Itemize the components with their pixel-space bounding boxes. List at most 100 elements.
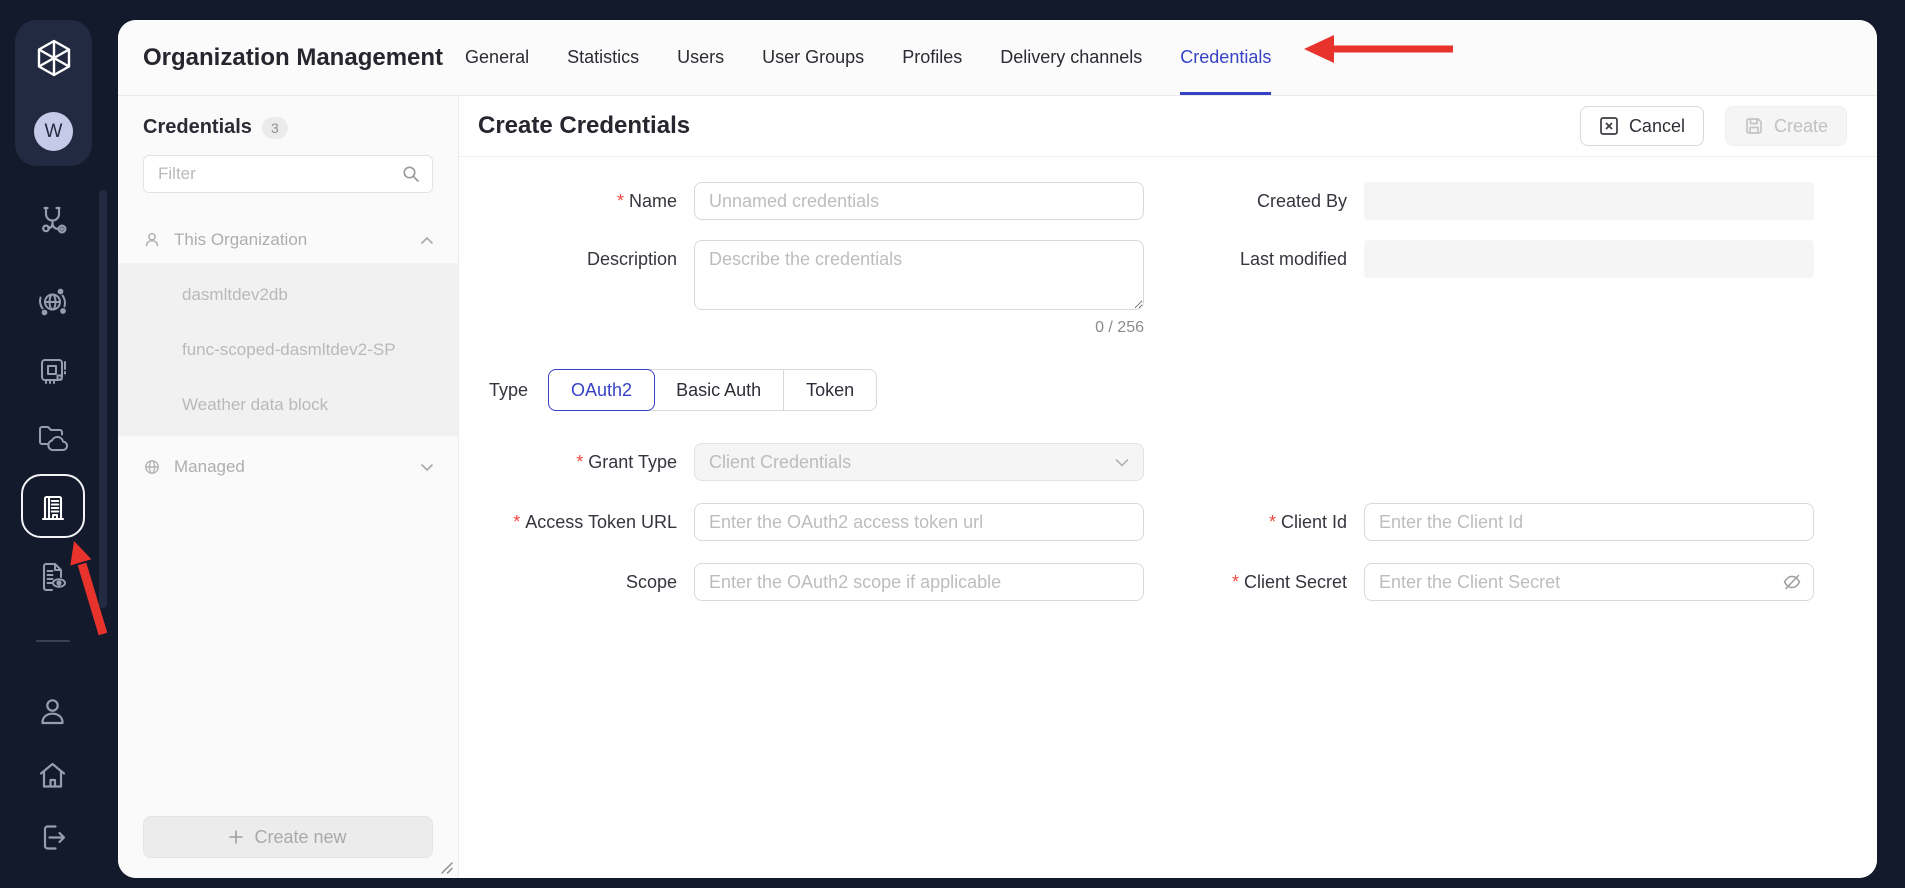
- tab-users[interactable]: Users: [677, 20, 724, 95]
- plus-icon: [229, 830, 243, 844]
- credential-item[interactable]: func-scoped-dasmltdev2-SP: [118, 322, 458, 377]
- access-token-url-input[interactable]: [694, 503, 1144, 541]
- app-window: Organization Management General Statisti…: [118, 20, 1877, 878]
- user-avatar[interactable]: W: [34, 112, 73, 151]
- scope-label: Scope: [459, 563, 694, 601]
- person-small-icon: [143, 231, 161, 249]
- create-new-button[interactable]: Create new: [143, 816, 433, 858]
- last-modified-field: [1364, 240, 1814, 278]
- credentials-count-badge: 3: [262, 117, 288, 139]
- filter-input[interactable]: [156, 163, 402, 185]
- credential-item[interactable]: dasmltdev2db: [118, 267, 458, 322]
- access-token-url-label: *Access Token URL: [459, 503, 694, 541]
- tab-statistics[interactable]: Statistics: [567, 20, 639, 95]
- required-marker: *: [1232, 572, 1239, 592]
- logout-icon[interactable]: [35, 820, 71, 856]
- eye-invisible-icon[interactable]: [1782, 572, 1802, 592]
- filter-box: [143, 155, 433, 193]
- globe-network-icon[interactable]: [35, 284, 71, 320]
- home-icon[interactable]: [35, 757, 71, 793]
- cancel-label: Cancel: [1629, 116, 1685, 137]
- globe-small-icon: [143, 458, 161, 476]
- rail-scrollbar-thumb[interactable]: [99, 190, 107, 608]
- tab-label: Statistics: [567, 47, 639, 68]
- tab-label: General: [465, 47, 529, 68]
- grant-type-select[interactable]: Client Credentials: [694, 443, 1144, 481]
- tab-bar: General Statistics Users User Groups Pro…: [465, 20, 1271, 95]
- tab-user-groups[interactable]: User Groups: [762, 20, 864, 95]
- credentials-sidebar: Credentials 3: [118, 96, 459, 878]
- grant-type-label: *Grant Type: [459, 443, 694, 481]
- type-option-basic-auth[interactable]: Basic Auth: [654, 370, 783, 410]
- tab-profiles[interactable]: Profiles: [902, 20, 962, 95]
- tab-label: Delivery channels: [1000, 47, 1142, 68]
- window-title: Organization Management: [143, 44, 443, 72]
- create-label: Create: [1774, 116, 1828, 137]
- cancel-button[interactable]: Cancel: [1580, 106, 1704, 146]
- building-icon-active[interactable]: [21, 474, 85, 538]
- grant-type-value: Client Credentials: [709, 452, 851, 473]
- name-input[interactable]: [694, 182, 1144, 220]
- description-label: Description: [459, 240, 694, 278]
- char-counter: 0 / 256: [694, 319, 1144, 337]
- tab-credentials-active[interactable]: Credentials: [1180, 20, 1271, 95]
- credential-name: Weather data block: [182, 395, 328, 415]
- top-bar: Organization Management General Statisti…: [118, 20, 1877, 96]
- description-textarea[interactable]: [694, 240, 1144, 310]
- chevron-up-icon: [421, 236, 433, 245]
- section-this-organization[interactable]: This Organization: [143, 217, 433, 263]
- create-button-disabled[interactable]: Create: [1725, 106, 1847, 146]
- credential-name: dasmltdev2db: [182, 285, 288, 305]
- credentials-list: dasmltdev2db func-scoped-dasmltdev2-SP W…: [118, 263, 458, 436]
- client-id-label: *Client Id: [1144, 503, 1364, 541]
- page-title: Create Credentials: [478, 112, 690, 140]
- sidebar-title: Credentials: [143, 116, 252, 139]
- chip-icon[interactable]: [35, 353, 71, 389]
- sidebar-resize-grip[interactable]: [440, 861, 453, 874]
- stethoscope-icon[interactable]: [35, 202, 71, 238]
- tab-general[interactable]: General: [465, 20, 529, 95]
- section-label: Managed: [174, 457, 245, 477]
- select-chevron-down-icon: [1115, 458, 1129, 467]
- section-label: This Organization: [174, 230, 307, 250]
- close-square-icon: [1599, 116, 1619, 136]
- app-rail: W: [0, 0, 118, 888]
- required-marker: *: [513, 512, 520, 532]
- client-secret-input[interactable]: [1364, 563, 1814, 601]
- type-option-token[interactable]: Token: [783, 370, 876, 410]
- tab-label: Profiles: [902, 47, 962, 68]
- required-marker: *: [1269, 512, 1276, 532]
- person-icon[interactable]: [35, 694, 71, 730]
- tab-delivery-channels[interactable]: Delivery channels: [1000, 20, 1142, 95]
- client-secret-label: *Client Secret: [1144, 563, 1364, 601]
- search-icon[interactable]: [402, 165, 420, 183]
- tab-label: Users: [677, 47, 724, 68]
- client-id-input[interactable]: [1364, 503, 1814, 541]
- type-option-oauth2-selected[interactable]: OAuth2: [548, 369, 655, 411]
- create-new-label: Create new: [254, 827, 346, 848]
- tab-label: User Groups: [762, 47, 864, 68]
- active-tab-underline: [1180, 92, 1271, 95]
- main-content: Create Credentials Cancel: [459, 96, 1877, 878]
- content-header: Create Credentials Cancel: [459, 96, 1877, 157]
- created-by-label: Created By: [1144, 182, 1364, 220]
- created-by-field: [1364, 182, 1814, 220]
- screen: W: [0, 0, 1905, 888]
- chevron-down-icon: [421, 463, 433, 472]
- last-modified-label: Last modified: [1144, 240, 1364, 278]
- app-logo-cube-icon[interactable]: [34, 38, 74, 78]
- required-marker: *: [576, 452, 583, 472]
- name-label: *Name: [459, 182, 694, 220]
- tab-label: Credentials: [1180, 47, 1271, 68]
- section-managed[interactable]: Managed: [143, 444, 433, 490]
- credential-name: func-scoped-dasmltdev2-SP: [182, 340, 396, 360]
- save-icon: [1744, 116, 1764, 136]
- credential-item[interactable]: Weather data block: [118, 377, 458, 432]
- type-label: Type: [489, 380, 528, 401]
- type-segmented-control: OAuth2 Basic Auth Token: [548, 369, 877, 411]
- folder-cloud-icon[interactable]: [35, 420, 71, 456]
- app-rail-card: W: [15, 20, 92, 166]
- avatar-initial: W: [45, 121, 63, 143]
- document-eye-icon[interactable]: [35, 559, 71, 595]
- scope-input[interactable]: [694, 563, 1144, 601]
